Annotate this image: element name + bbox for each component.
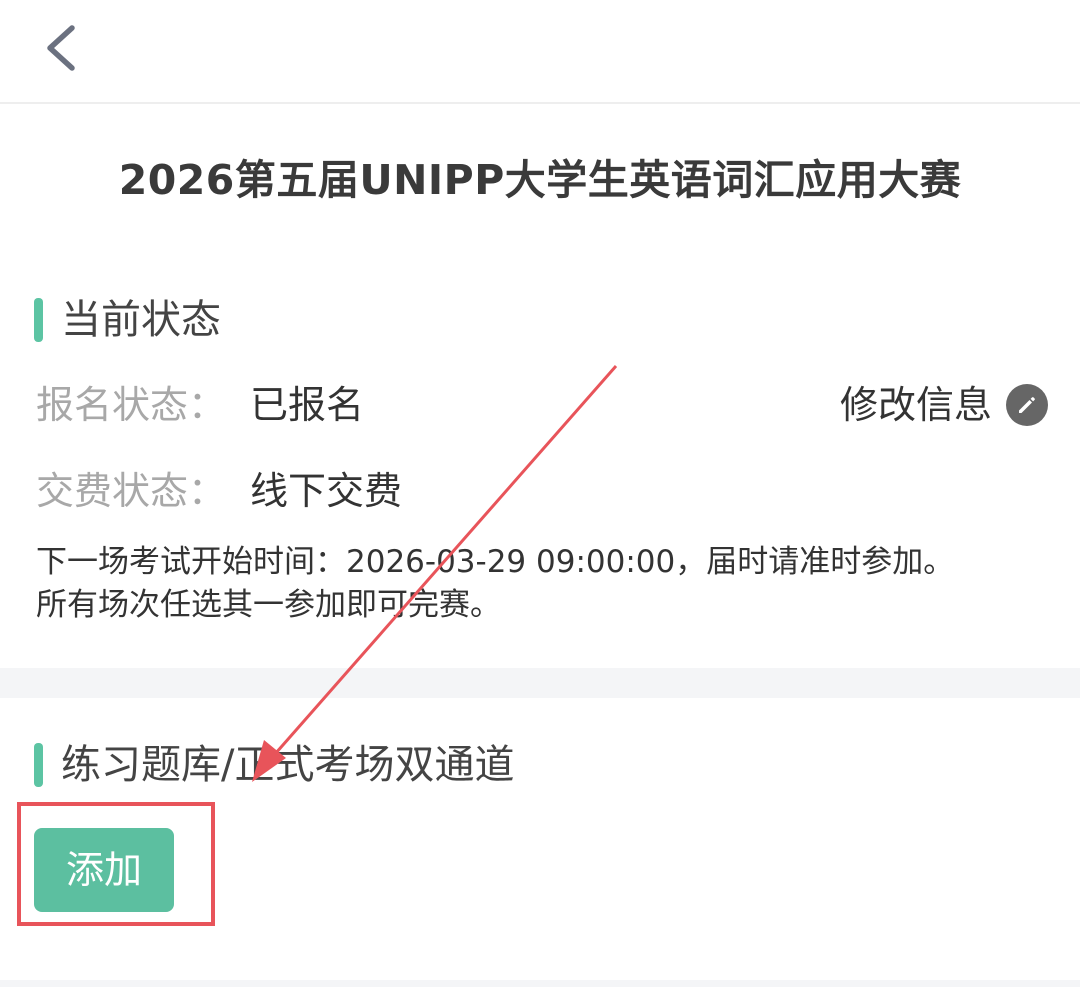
payment-status-value: 线下交费 [250,469,403,513]
edit-info-label: 修改信息 [839,383,992,427]
payment-status-label: 交费状态： [36,469,227,513]
add-button[interactable]: 添加 [34,828,174,912]
section-divider [0,668,1080,698]
registration-status-row: 报名状态： 已报名 [36,380,364,430]
channel-section-title: 练习题库/正式考场双通道 [61,742,515,788]
channel-section-header: 练习题库/正式考场双通道 [34,740,514,790]
page-title: 2026第五届UNIPP大学生英语词汇应用大赛 [118,156,962,204]
screen: 2026第五届UNIPP大学生英语词汇应用大赛 当前状态 报名状态： 已报名 修… [0,0,1080,987]
registration-status-label: 报名状态： [36,383,227,427]
exam-notice-line-1: 下一场考试开始时间：2026-03-29 09:00:00，届时请准时参加。 [36,544,955,580]
registration-status-value: 已报名 [250,383,365,427]
exam-notice: 下一场考试开始时间：2026-03-29 09:00:00，届时请准时参加。 所… [36,541,1046,627]
section-accent-bar [34,298,43,342]
section-accent-bar [34,743,43,787]
back-button[interactable] [36,20,88,76]
bottom-divider [0,980,1080,987]
pencil-icon [1006,384,1048,426]
top-nav-bar [0,0,1080,104]
edit-info-link[interactable]: 修改信息 [840,380,1048,430]
payment-status-row: 交费状态： 线下交费 [36,466,402,516]
status-section-title: 当前状态 [61,297,221,343]
exam-notice-line-2: 所有场次任选其一参加即可完赛。 [36,587,501,623]
chevron-left-icon [36,20,88,76]
status-section-header: 当前状态 [34,295,221,345]
